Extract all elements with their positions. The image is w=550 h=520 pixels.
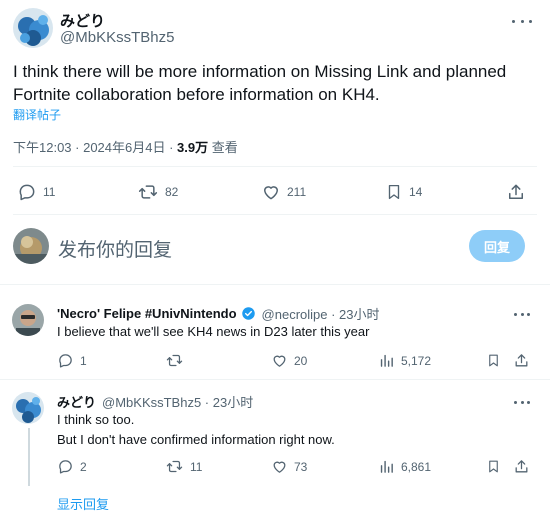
share-icon	[515, 460, 528, 473]
reply-text-line: I believe that we'll see KH4 news in D23…	[57, 324, 370, 339]
reply-author-name[interactable]: みどり	[57, 392, 96, 411]
reply-text-line: I think so too.	[57, 412, 135, 427]
reply-header: 'Necro' Felipe #UnivNintendo @necrolipe …	[57, 304, 380, 323]
main-author-handle[interactable]: @MbKKssTBhz5	[60, 29, 174, 46]
main-author-avatar[interactable]	[13, 8, 53, 48]
views-icon	[380, 354, 393, 367]
reply-text-line: But I don't have confirmed information r…	[57, 432, 335, 447]
post-meta: 下午12:03 · 2024年6月4日 · 3.9万 查看	[13, 137, 238, 156]
reply-action-bar: 1 20 5,172	[0, 352, 550, 376]
reply-reply-count: 2	[80, 459, 87, 474]
reply-author-avatar[interactable]	[12, 392, 44, 424]
reply-composer-input[interactable]: 发布你的回复	[58, 235, 172, 262]
reply-views-count: 6,861	[401, 459, 432, 474]
reply-like-button[interactable]: 73	[271, 458, 307, 475]
main-like-count: 211	[287, 185, 307, 199]
reply-views-button[interactable]: 5,172	[378, 352, 431, 369]
views-label: 查看	[208, 140, 238, 155]
main-bookmark-button[interactable]: 14	[385, 182, 422, 202]
composer-avatar	[13, 228, 49, 264]
post-detail-view: みどり @MbKKssTBhz5 I think there will be m…	[0, 0, 550, 520]
divider	[0, 379, 550, 380]
reply-repost-button[interactable]: 11	[165, 458, 202, 475]
reply-more-icon[interactable]	[514, 397, 530, 407]
reply-icon	[59, 354, 72, 368]
reply-reply-count: 1	[80, 353, 87, 368]
reply-author-avatar[interactable]	[12, 304, 44, 336]
divider	[0, 284, 550, 285]
bookmark-icon	[489, 460, 498, 473]
main-repost-count: 82	[165, 185, 179, 199]
main-reply-count: 11	[43, 185, 56, 199]
reply-repost-count: 11	[190, 459, 203, 474]
reply-icon	[19, 184, 35, 201]
divider	[13, 214, 537, 215]
reply-share-button[interactable]	[513, 352, 530, 369]
main-reply-button[interactable]: 11	[17, 182, 55, 202]
reply-action-bar: 2 11 73 6,861	[0, 458, 550, 482]
repost-icon	[166, 354, 183, 367]
reply-reply-button[interactable]: 1	[57, 352, 87, 369]
reply-like-count: 20	[294, 353, 308, 368]
views-icon	[380, 460, 393, 473]
main-share-button[interactable]	[506, 182, 526, 202]
repost-icon	[138, 185, 158, 199]
reply-reply-button[interactable]: 2	[57, 458, 87, 475]
reply-author-name[interactable]: 'Necro' Felipe #UnivNintendo	[57, 306, 237, 321]
reply-bookmark-button[interactable]	[486, 458, 501, 475]
views-count: 3.9万	[177, 140, 209, 155]
show-replies-link[interactable]: 显示回复	[57, 494, 109, 513]
bookmark-icon	[489, 354, 498, 367]
main-bookmark-count: 14	[409, 185, 423, 199]
translate-post-link[interactable]: 翻译帖子	[13, 106, 61, 123]
reply-like-count: 73	[294, 459, 308, 474]
reply-views-button[interactable]: 6,861	[378, 458, 431, 475]
main-more-icon[interactable]	[512, 14, 532, 28]
heart-icon	[273, 461, 286, 473]
main-author-name[interactable]: みどり	[60, 10, 105, 31]
reply-author-handle[interactable]: @necrolipe · 23小时	[262, 304, 380, 323]
reply-text: I believe that we'll see KH4 news in D23…	[57, 322, 369, 342]
main-action-bar: 11 82 211 14	[0, 180, 550, 204]
reply-header: みどり @MbKKssTBhz5 · 23小时	[57, 392, 253, 411]
main-like-button[interactable]: 211	[261, 182, 306, 202]
reply-repost-button[interactable]	[165, 352, 190, 369]
reply-like-button[interactable]: 20	[271, 352, 307, 369]
heart-icon	[264, 186, 278, 200]
divider	[13, 166, 537, 167]
reply-share-button[interactable]	[513, 458, 530, 475]
reply-more-icon[interactable]	[514, 309, 530, 319]
post-timestamp[interactable]: 下午12:03 · 2024年6月4日 ·	[13, 140, 177, 155]
share-icon	[509, 184, 523, 199]
verified-badge-icon	[241, 307, 255, 320]
reply-icon	[59, 460, 72, 474]
main-post-text: I think there will be more information o…	[13, 62, 507, 104]
reply-views-count: 5,172	[401, 353, 432, 368]
main-repost-button[interactable]: 82	[137, 182, 178, 202]
share-icon	[515, 354, 528, 367]
repost-icon	[166, 460, 183, 473]
reply-submit-button[interactable]: 回复	[469, 230, 525, 262]
heart-icon	[273, 355, 286, 367]
reply-bookmark-button[interactable]	[486, 352, 501, 369]
reply-author-handle[interactable]: @MbKKssTBhz5 · 23小时	[102, 392, 253, 411]
reply-text: I think so too. But I don't have confirm…	[57, 410, 335, 450]
bookmark-icon	[388, 184, 400, 200]
